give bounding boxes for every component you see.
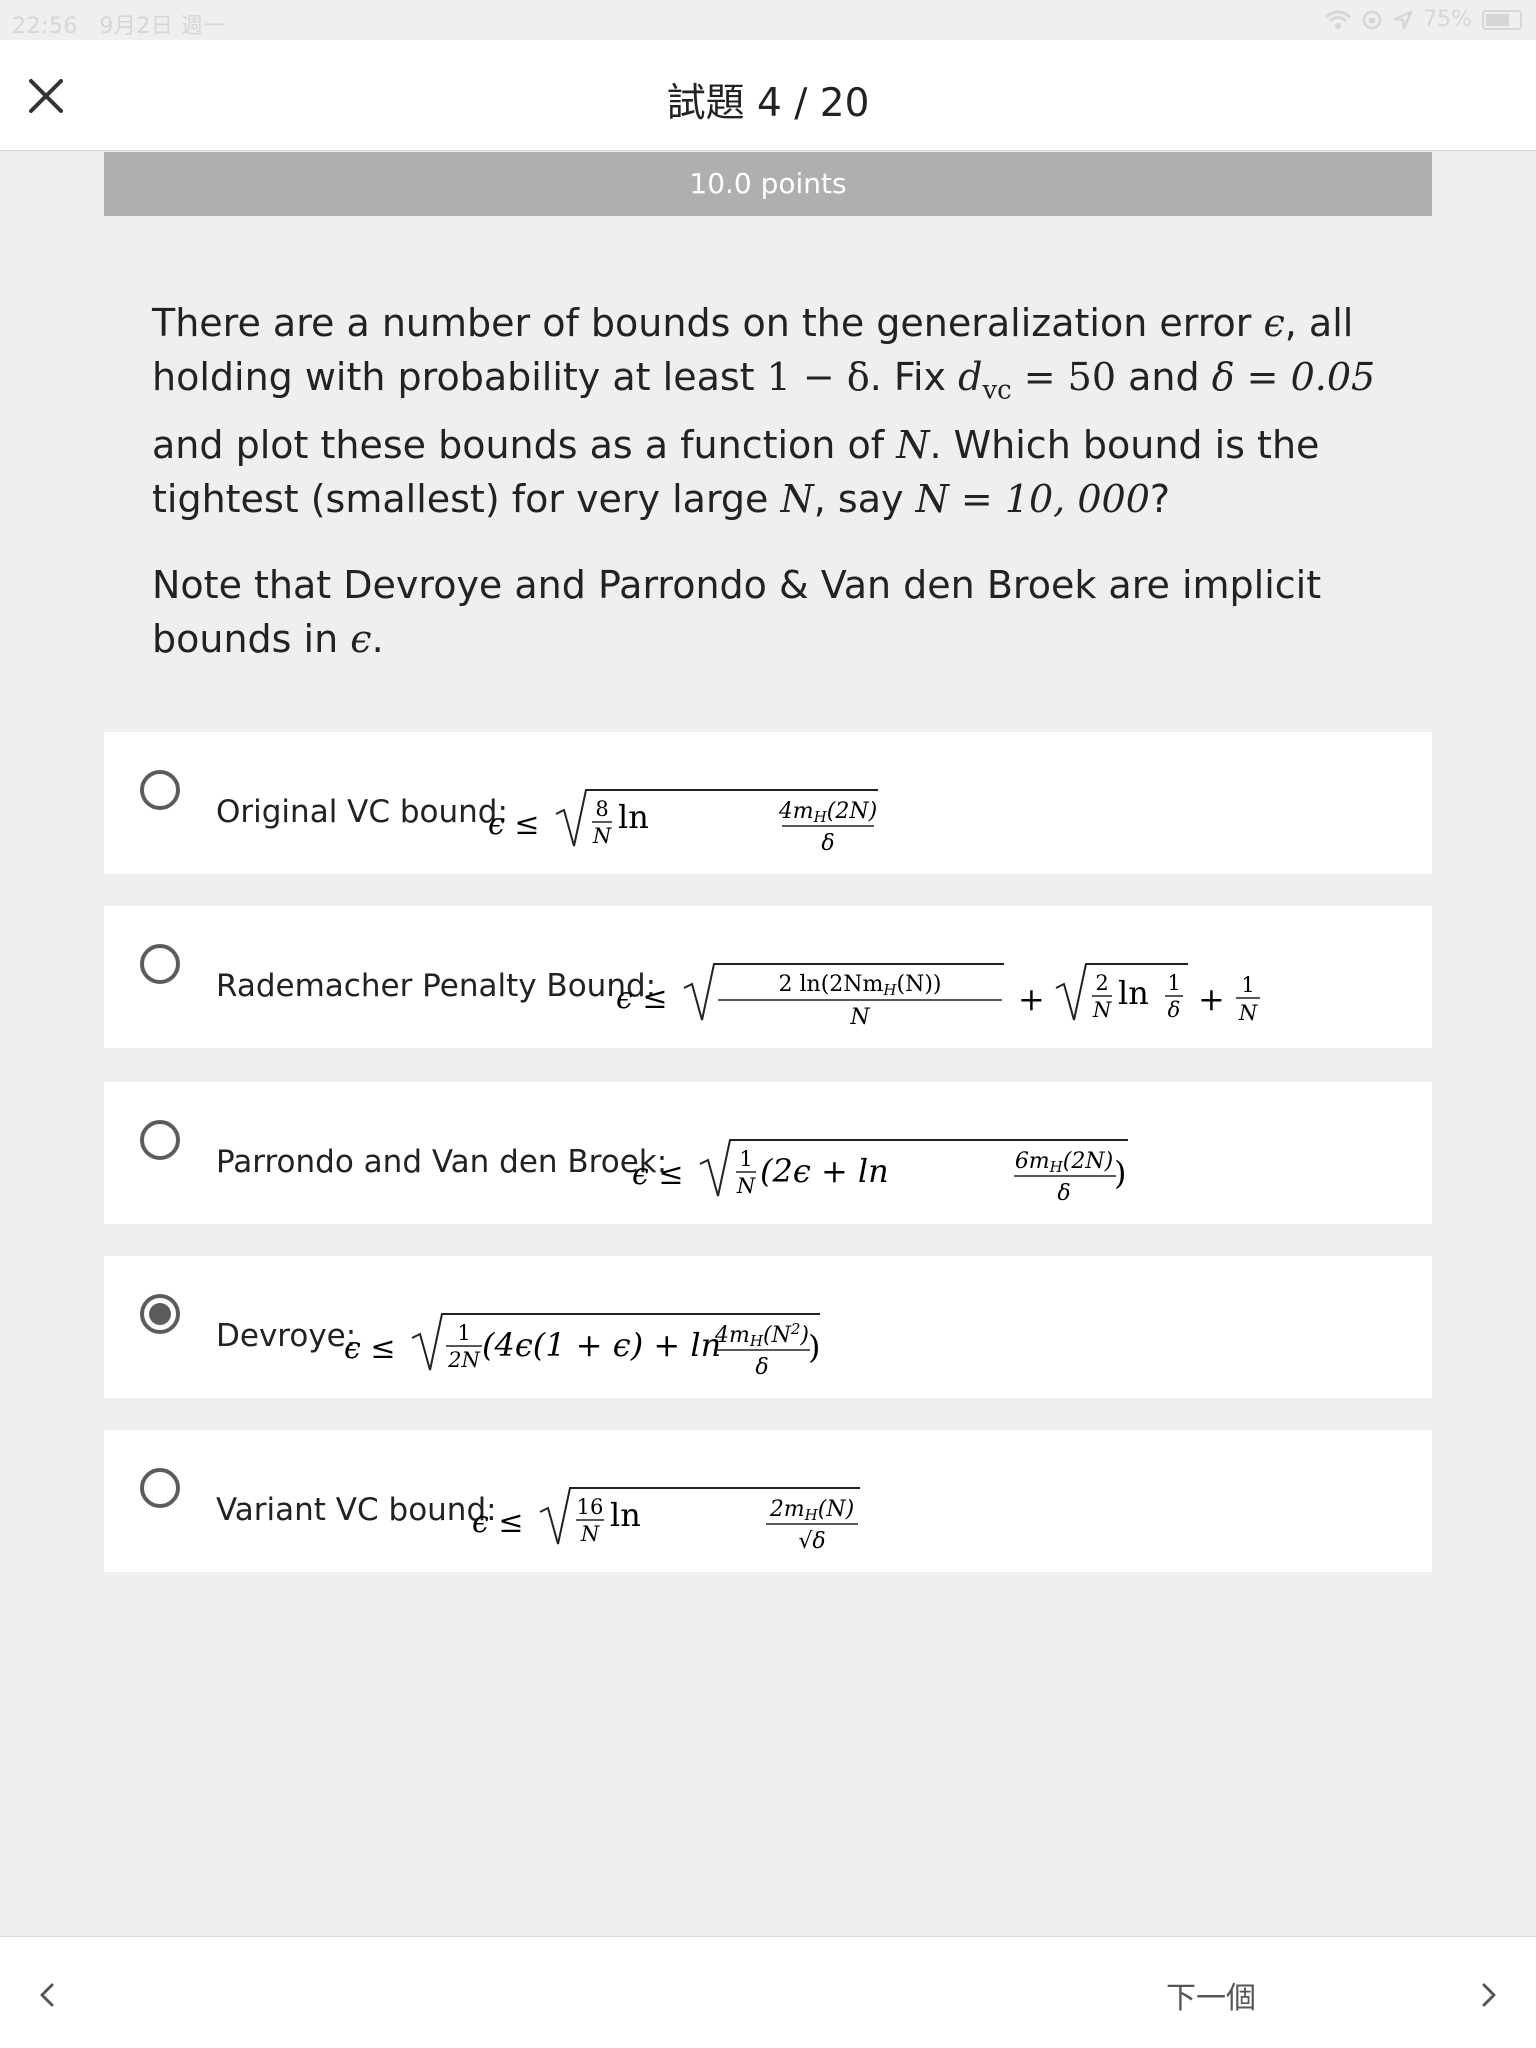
svg-text:4mH(2N): 4mH(2N) <box>778 799 877 826</box>
next-button[interactable] <box>1470 1977 1506 2013</box>
svg-text:2N: 2N <box>447 1348 480 1372</box>
svg-text:+: + <box>1018 980 1045 1018</box>
svg-text:N: N <box>736 1174 756 1198</box>
radio-button[interactable] <box>140 770 180 810</box>
svg-text:N: N <box>849 1005 870 1030</box>
svg-text:N: N <box>580 1522 600 1546</box>
radio-button[interactable] <box>140 1120 180 1160</box>
svg-text:δ: δ <box>1057 1181 1070 1206</box>
question-paragraph-1: There are a number of bounds on the gene… <box>152 301 1376 521</box>
svg-text:δ: δ <box>821 831 834 856</box>
svg-text:8: 8 <box>595 797 608 821</box>
svg-text:1: 1 <box>739 1147 752 1171</box>
svg-text:√δ: √δ <box>798 1529 825 1554</box>
points-banner: 10.0 points <box>104 152 1432 216</box>
svg-text:δ: δ <box>755 1355 768 1380</box>
svg-text:ln: ln <box>610 1496 641 1534</box>
svg-text:4mH(N2): 4mH(N2) <box>714 1320 809 1350</box>
option-label: Original VC bound: <box>216 794 508 830</box>
svg-text:): ) <box>808 1328 820 1366</box>
svg-text:(2ϵ + ln: (2ϵ + ln <box>760 1152 889 1190</box>
location-icon <box>1393 10 1413 29</box>
svg-text:6mH(2N): 6mH(2N) <box>1015 1149 1113 1176</box>
footer-nav: 下一個 <box>0 1936 1536 2048</box>
answer-option-2[interactable]: Rademacher Penalty Bound: ϵ ≤ 2 ln(2NmH(… <box>104 906 1432 1048</box>
svg-text:ϵ ≤: ϵ ≤ <box>472 1505 523 1540</box>
question-text: There are a number of bounds on the gene… <box>152 296 1412 666</box>
option-label: Variant VC bound: <box>216 1492 497 1528</box>
page-title: 試題 4 / 20 <box>666 81 870 126</box>
answer-option-3[interactable]: Parrondo and Van den Broek: ϵ ≤ 1 N (2ϵ … <box>104 1082 1432 1224</box>
status-bar: 22:56 9月2日 週一 75% <box>0 0 1536 40</box>
next-button-label[interactable]: 下一個 <box>1166 1973 1256 2017</box>
formula-variant-vc: ϵ ≤ 16 N ln 2mH(N) √δ <box>472 1487 860 1554</box>
status-date: 9月2日 週一 <box>99 14 226 39</box>
question-paragraph-2: Note that Devroye and Parrondo & Van den… <box>152 562 1322 661</box>
svg-text:ϵ ≤: ϵ ≤ <box>632 1157 683 1192</box>
svg-text:ϵ ≤: ϵ ≤ <box>488 807 539 842</box>
svg-text:): ) <box>1114 1154 1126 1192</box>
radio-button[interactable] <box>140 944 180 984</box>
formula-devroye: ϵ ≤ 1 2N (4ϵ(1 + ϵ) + ln 4mH(N2) δ ) <box>344 1313 820 1380</box>
svg-text:N: N <box>1092 998 1112 1022</box>
formula-original-vc: ϵ ≤ 8 N ln 4mH(2N) δ <box>488 789 878 856</box>
wifi-icon <box>1325 10 1352 29</box>
svg-text:N: N <box>1238 1001 1258 1025</box>
option-label: Parrondo and Van den Broek: <box>216 1144 668 1180</box>
svg-text:16: 16 <box>577 1495 604 1519</box>
status-time: 22:56 <box>12 14 78 39</box>
svg-text:ln: ln <box>1118 974 1149 1012</box>
formula-parrondo-van-den-broek: ϵ ≤ 1 N (2ϵ + ln 6mH(2N) δ ) <box>632 1139 1128 1206</box>
battery-icon <box>1482 9 1522 30</box>
radio-button[interactable] <box>140 1468 180 1508</box>
orientation-lock-icon <box>1362 10 1382 29</box>
svg-text:ϵ ≤: ϵ ≤ <box>616 981 667 1016</box>
answer-option-4[interactable]: Devroye: ϵ ≤ 1 2N (4ϵ(1 + ϵ) + ln 4mH(N2… <box>104 1256 1432 1398</box>
battery-text: 75% <box>1423 7 1472 32</box>
answer-option-5[interactable]: Variant VC bound: ϵ ≤ 16 N ln 2mH(N) √δ <box>104 1430 1432 1572</box>
svg-text:2 ln(2NmH(N)): 2 ln(2NmH(N)) <box>779 972 942 999</box>
svg-text:ln: ln <box>618 798 649 836</box>
chevron-right-icon <box>1482 1983 1496 2007</box>
svg-text:+: + <box>1198 980 1225 1018</box>
formula-rademacher: ϵ ≤ 2 ln(2NmH(N)) N + 2 N ln 1 δ + 1 N <box>616 963 1260 1030</box>
battery-fill <box>1486 13 1509 26</box>
svg-text:2: 2 <box>1095 971 1108 995</box>
svg-text:1: 1 <box>1167 971 1180 995</box>
header: 試題 4 / 20 <box>0 40 1536 151</box>
previous-button[interactable] <box>30 1977 66 2013</box>
svg-text:N: N <box>592 824 612 848</box>
chevron-left-icon <box>40 1983 54 2007</box>
radio-button-selected[interactable] <box>140 1294 180 1334</box>
svg-text:1: 1 <box>457 1321 470 1345</box>
option-label: Rademacher Penalty Bound: <box>216 968 657 1004</box>
svg-text:2mH(N): 2mH(N) <box>769 1497 854 1524</box>
answer-option-1[interactable]: Original VC bound: ϵ ≤ 8 N ln 4mH(2N) δ <box>104 732 1432 874</box>
svg-text:(4ϵ(1 + ϵ) + ln: (4ϵ(1 + ϵ) + ln <box>482 1326 721 1364</box>
svg-text:ϵ ≤: ϵ ≤ <box>344 1331 395 1366</box>
svg-text:δ: δ <box>1168 998 1181 1022</box>
svg-text:1: 1 <box>1241 973 1254 997</box>
